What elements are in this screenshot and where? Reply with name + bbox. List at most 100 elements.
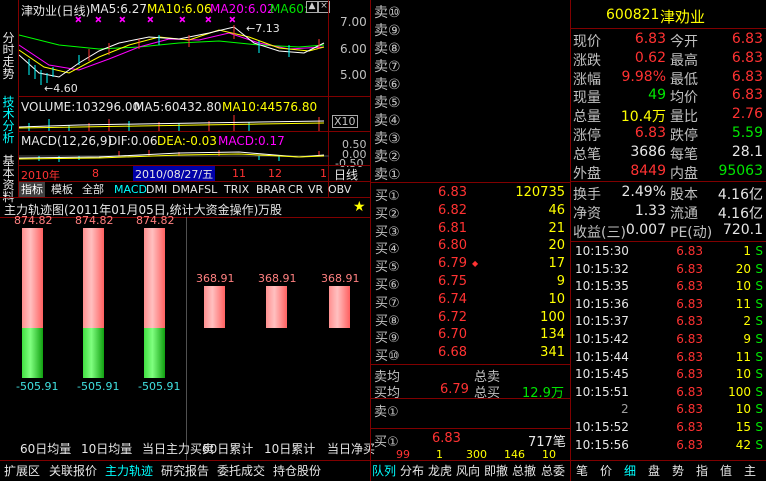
tab-fenshi[interactable]: 分 时 走 势 <box>0 32 17 80</box>
buy-row[interactable]: 买② 6.82 46 <box>373 203 569 222</box>
tick-side: S <box>755 367 763 382</box>
stat-label: 总笔 <box>573 146 601 163</box>
bottom-tab-expand[interactable]: 扩展区 <box>4 461 40 481</box>
indicator-tab-brar[interactable]: BRAR <box>254 182 288 197</box>
buy-row[interactable]: 买⑦ 6.74 10 <box>373 292 569 311</box>
mid-tab-dist[interactable]: 分布 <box>400 461 424 481</box>
stat-value: 95063 <box>718 162 763 179</box>
sell-level-label: 卖② <box>374 149 401 165</box>
bar-category-label: 10日累计 <box>264 442 316 456</box>
stat-label: 总量 <box>573 109 601 126</box>
buy-row[interactable]: 买⑨ 6.70 134 <box>373 327 569 346</box>
sell-level-label: 卖④ <box>374 113 401 129</box>
buy-level-label: 买② <box>375 206 400 222</box>
tick-row: 10:15:32 6.83 20 S <box>573 262 765 279</box>
bar-positive <box>22 228 43 328</box>
right-tab-2[interactable]: 细 <box>624 461 636 481</box>
tick-side: S <box>755 261 763 276</box>
y-label-700: 7.00 <box>340 15 367 29</box>
stats2-row: 换手 2.49% 股本 4.16亿 <box>573 184 765 203</box>
indicator-tab-fsl[interactable]: FSL <box>196 182 219 197</box>
mid-tab-longhu[interactable]: 龙虎 <box>428 461 452 481</box>
indicator-tab-quanbu[interactable]: 全部 <box>80 182 106 197</box>
buy-row[interactable]: 买① 6.83 120735 <box>373 185 569 204</box>
bottom-tab-related[interactable]: 关联报价 <box>49 461 97 481</box>
buy-row[interactable]: 买④ 6.80 20 <box>373 238 569 258</box>
buy-level-label: 买④ <box>375 242 400 258</box>
stat-label: 涨幅 <box>573 71 601 88</box>
stat-value: 6.83 <box>731 87 763 104</box>
sell-level-label: 卖⑦ <box>374 59 401 75</box>
sell-level-label: 卖⑩ <box>374 5 401 21</box>
scroll-up-icon[interactable]: ▲ <box>306 1 318 13</box>
right-tab-3[interactable]: 盘 <box>648 461 660 481</box>
bottom-tab-mainforce[interactable]: 主力轨迹 <box>105 461 153 481</box>
stat-label: 最低 <box>670 71 698 88</box>
tab-jishu[interactable]: 技 术 分 析 <box>0 96 17 144</box>
right-tab-5[interactable]: 指 <box>696 461 708 481</box>
bar-top-label: 874.82 <box>14 214 53 227</box>
tick-price: 6.83 <box>676 332 703 346</box>
right-tab-4[interactable]: 势 <box>672 461 684 481</box>
stat-label: 最高 <box>670 52 698 69</box>
right-tab-0[interactable]: 笔 <box>576 461 588 481</box>
indicator-tab-obv[interactable]: OBV <box>326 182 353 197</box>
bar-category-label: 60日累计 <box>202 442 254 456</box>
macd-chart <box>19 150 329 162</box>
mid-tab-queue[interactable]: 队列 <box>372 461 396 481</box>
tick-volume: 10 <box>735 402 751 417</box>
sell-level-label: 卖⑨ <box>374 23 401 39</box>
stat-value: 4.16亿 <box>717 206 763 222</box>
buy-volume: 341 <box>540 345 565 361</box>
stat-value: 720.1 <box>722 222 763 238</box>
buy-volume: 20 <box>548 238 565 254</box>
indicator-tab-vr[interactable]: VR <box>306 182 325 197</box>
mid-tab-zongwei[interactable]: 总委 <box>541 461 565 481</box>
indicator-tab-trix[interactable]: TRIX <box>222 182 251 197</box>
stat-label: 内盘 <box>670 165 698 182</box>
bottom-tab-holdings[interactable]: 持仓股份 <box>273 461 321 481</box>
stat-value: 6.83 <box>634 125 666 141</box>
bar-category-label: 当日净买 <box>327 442 376 456</box>
queue-num-2: 1 <box>436 448 443 461</box>
volume-chart <box>19 115 325 131</box>
right-tab-1[interactable]: 价 <box>600 461 612 481</box>
right-tab-7[interactable]: 主 <box>744 461 756 481</box>
right-tab-6[interactable]: 值 <box>720 461 732 481</box>
indicator-tab-zhibiao[interactable]: 指标 <box>19 182 45 197</box>
buy-level-label: 买⑧ <box>375 313 400 329</box>
tick-time: 10:15:32 <box>575 261 629 276</box>
buy-row[interactable]: 买⑧ 6.72 100 <box>373 310 569 329</box>
stat-value: 6.83 <box>731 49 763 66</box>
bottom-tab-research[interactable]: 研究报告 <box>161 461 209 481</box>
tick-index: 2 <box>621 402 629 417</box>
tick-side: S <box>755 332 763 346</box>
indicator-tab-dmi[interactable]: DMI <box>144 182 169 197</box>
axis-month-1: 1 <box>320 167 327 180</box>
macd-value: MACD:0.17 <box>218 134 285 148</box>
tab-jiben[interactable]: 基 本 资 料 <box>0 155 17 203</box>
buy-level-label: 买③ <box>375 224 400 240</box>
bottom-tab-orders[interactable]: 委托成交 <box>217 461 265 481</box>
buy-row[interactable]: 买③ 6.81 21 <box>373 221 569 240</box>
star-icon[interactable]: ★ <box>353 199 366 215</box>
buy-volume: 17 <box>548 256 565 272</box>
mid-tab-jiche[interactable]: 即撤 <box>484 461 508 481</box>
tick-volume: 1 <box>743 244 751 258</box>
tick-side: S <box>755 314 763 329</box>
lower-buy1-label: 买① <box>374 435 399 450</box>
buy-row[interactable]: 买⑤ 6.79 17 <box>373 256 569 275</box>
indicator-tab-cr[interactable]: CR <box>286 182 305 197</box>
stats-row: 涨幅 9.98% 最低 6.83 <box>573 69 765 88</box>
buy-row[interactable]: 买⑥ 6.75 9 <box>373 274 569 293</box>
mid-tab-zongche[interactable]: 总撤 <box>512 461 536 481</box>
queue-num-5: 10 <box>542 448 556 461</box>
stat-value: 4.16亿 <box>717 187 763 203</box>
queue-num-1: 99 <box>396 448 410 461</box>
buy-avg-price: 6.79 <box>440 382 469 397</box>
buy-row[interactable]: 买⑩ 6.68 341 <box>373 345 569 364</box>
mid-tab-fengxiang[interactable]: 风向 <box>456 461 480 481</box>
tick-price: 6.83 <box>676 244 703 258</box>
macd-label: MACD(12,26,9) <box>21 134 113 148</box>
indicator-tab-moban[interactable]: 模板 <box>49 182 75 197</box>
